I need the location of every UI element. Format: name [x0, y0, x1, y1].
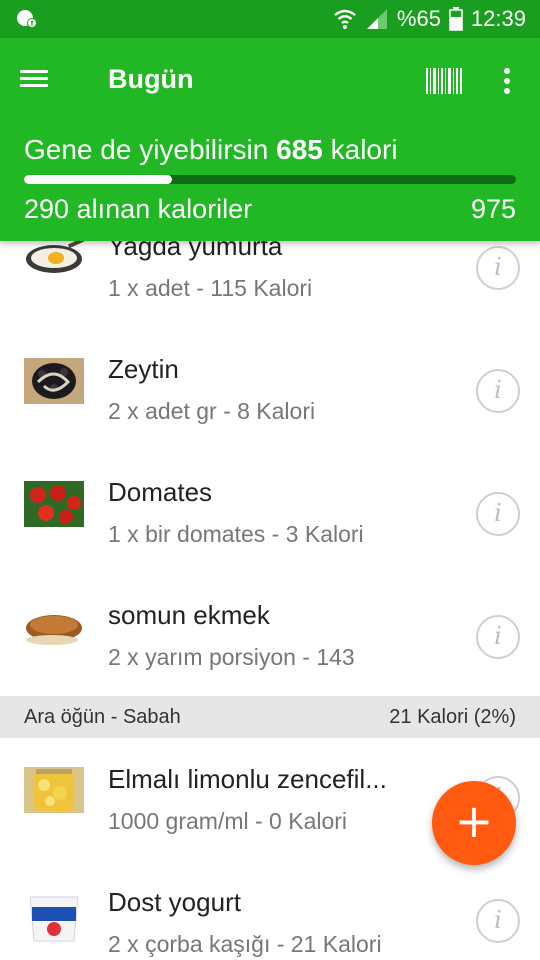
- fried-egg-thumbnail: [26, 241, 84, 273]
- bread-thumbnail: [24, 604, 84, 650]
- calorie-progress-bar: [24, 175, 516, 184]
- remaining-suffix: kalori: [330, 134, 398, 165]
- remaining-calories: Gene de yiyebilirsin 685 kalori: [24, 134, 398, 166]
- list-item[interactable]: Dost yogurt 2 x çorba kaşığı - 21 Kalori…: [0, 861, 540, 960]
- info-icon[interactable]: i: [476, 246, 520, 290]
- item-detail: 1 x bir domates - 3 Kalori: [108, 521, 364, 547]
- item-detail: 1 x adet - 115 Kalori: [108, 275, 313, 301]
- tomatoes-thumbnail: [24, 481, 84, 527]
- app-bar: Bugün Gene de yiyebilirsin 685 kalori 29…: [0, 38, 540, 241]
- info-icon[interactable]: i: [476, 615, 520, 659]
- add-food-button[interactable]: +: [432, 781, 516, 865]
- meal-section-label: Ara öğün - Sabah: [24, 706, 181, 728]
- battery-percent: %65: [396, 6, 441, 31]
- item-detail: 2 x yarım porsiyon - 143: [108, 644, 355, 670]
- list-item[interactable]: Domates 1 x bir domates - 3 Kalori i: [0, 447, 540, 570]
- barcode-icon[interactable]: [424, 66, 464, 96]
- item-name: Zeytin: [108, 354, 179, 384]
- info-icon[interactable]: i: [476, 899, 520, 943]
- consumed-calories: 290 alınan kaloriler: [24, 194, 253, 224]
- item-detail: 1000 gram/ml - 0 Kalori: [108, 808, 348, 834]
- list-item[interactable]: somun ekmek 2 x yarım porsiyon - 143 i: [0, 570, 540, 693]
- remaining-prefix: Gene de yiyebilirsin: [24, 134, 269, 165]
- item-name: somun ekmek: [108, 600, 270, 630]
- page-title: Bugün: [108, 64, 194, 94]
- wifi-icon: [334, 9, 356, 29]
- more-vert-icon[interactable]: [494, 64, 520, 98]
- clock: 12:39: [470, 6, 526, 31]
- list-item[interactable]: Zeytin 2 x adet gr - 8 Kalori i: [0, 324, 540, 447]
- remaining-value: 685: [276, 134, 323, 165]
- info-icon[interactable]: i: [476, 492, 520, 536]
- menu-icon[interactable]: [18, 62, 54, 98]
- lemon-jar-thumbnail: [24, 767, 84, 813]
- olives-thumbnail: [24, 358, 84, 404]
- meal-section-summary: 21 Kalori (2%): [389, 706, 516, 728]
- item-name: Dost yogurt: [108, 887, 241, 917]
- meal-section-header: Ara öğün - Sabah 21 Kalori (2%): [0, 696, 540, 738]
- calorie-progress-fill: [24, 175, 172, 184]
- notification-icon: [17, 10, 37, 28]
- status-bar: %65 12:39: [0, 0, 540, 38]
- item-name: Elmalı limonlu zencefil...: [108, 764, 387, 794]
- info-icon[interactable]: i: [476, 369, 520, 413]
- item-detail: 2 x çorba kaşığı - 21 Kalori: [108, 931, 382, 957]
- calorie-goal: 975: [470, 194, 516, 224]
- yogurt-cup-thumbnail: [24, 889, 84, 945]
- battery-icon: [449, 7, 463, 31]
- item-name: Yağda yumurta: [108, 241, 283, 261]
- signal-icon: [366, 9, 387, 29]
- item-detail: 2 x adet gr - 8 Kalori: [108, 398, 316, 424]
- item-name: Domates: [108, 477, 213, 507]
- list-item[interactable]: Yağda yumurta 1 x adet - 115 Kalori i: [0, 241, 540, 324]
